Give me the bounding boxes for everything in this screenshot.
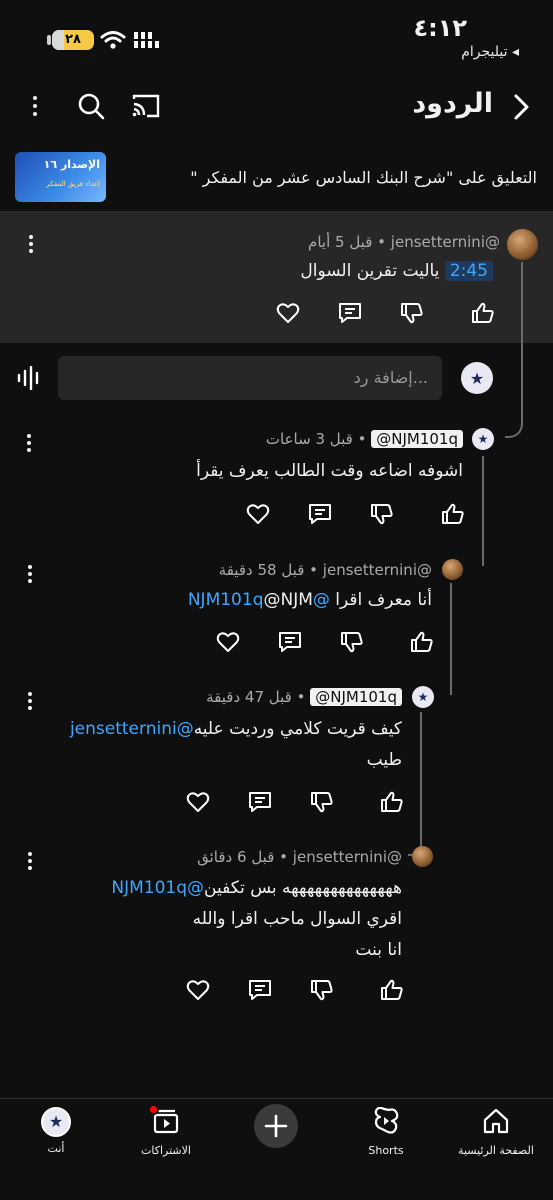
mention-link[interactable]: @jensetternini: [70, 719, 194, 739]
search-icon[interactable]: [77, 92, 105, 120]
avatar[interactable]: [412, 846, 433, 867]
like-icon[interactable]: [471, 302, 495, 324]
author-name[interactable]: @jensetternini: [323, 561, 432, 579]
battery-indicator: ٢٨: [52, 30, 94, 50]
dislike-icon[interactable]: [310, 979, 334, 1001]
cast-icon[interactable]: [131, 93, 161, 119]
heart-icon[interactable]: [276, 302, 300, 324]
context-text: التعليق على "شرح البنك السادس عشر من الم…: [190, 168, 537, 187]
nav-you[interactable]: ★ أنت: [1, 1107, 111, 1155]
avatar[interactable]: [507, 229, 538, 260]
reply-meta: @jensetternini • قبل 6 دقائق: [197, 848, 402, 866]
notification-dot: [148, 1104, 159, 1115]
reply-icon[interactable]: [338, 302, 362, 324]
wifi-icon: [100, 31, 126, 49]
reply-meta: @NJM101q • قبل 3 ساعات: [266, 430, 463, 448]
reply-text: اشوفه اضاعه وقت الطالب يعرف يقرأ: [196, 461, 463, 481]
author-name[interactable]: @NJM101q: [371, 430, 463, 448]
avatar[interactable]: ★: [472, 428, 494, 450]
nav-shorts-label: Shorts: [368, 1144, 404, 1157]
like-icon[interactable]: [380, 979, 404, 1001]
comment-meta: @jensetternini • قبل 5 أيام: [308, 233, 500, 251]
reply-menu-button[interactable]: [20, 432, 38, 454]
reply-menu-button[interactable]: [21, 850, 39, 872]
heart-icon[interactable]: [216, 631, 240, 653]
avatar[interactable]: [442, 559, 463, 580]
battery-nub: [47, 35, 51, 45]
page-title: الردود: [412, 88, 493, 119]
back-to-app-link[interactable]: ◂ تيليجرام: [461, 44, 519, 60]
home-icon: [483, 1108, 509, 1134]
reply-time: قبل 58 دقيقة: [218, 561, 305, 579]
thread-line: [450, 583, 452, 695]
reply-time: قبل 6 دقائق: [197, 848, 275, 866]
plus-icon: [264, 1114, 288, 1138]
mention-link[interactable]: @NJM101q: [111, 878, 204, 898]
separator: •: [279, 848, 289, 866]
bottom-navigation: الصفحة الرئيسية Shorts الاشتراكات ★ أنت: [0, 1098, 553, 1200]
thumbnail-title: الإصدار ١٦: [43, 158, 100, 171]
shorts-icon: [374, 1106, 399, 1134]
user-avatar: ★: [461, 362, 493, 394]
reply-menu-button[interactable]: [21, 563, 39, 585]
more-options-button[interactable]: [21, 90, 49, 122]
like-icon[interactable]: [441, 503, 465, 525]
heart-icon[interactable]: [186, 791, 210, 813]
heart-icon[interactable]: [246, 503, 270, 525]
like-icon[interactable]: [410, 631, 434, 653]
like-icon[interactable]: [380, 791, 404, 813]
dislike-icon[interactable]: [400, 302, 424, 324]
profile-avatar-icon: ★: [41, 1107, 71, 1137]
separator: •: [377, 233, 387, 251]
reply-input[interactable]: إضافة رد...: [58, 356, 442, 400]
separator: •: [296, 688, 306, 706]
separator: •: [357, 430, 367, 448]
reply-icon[interactable]: [248, 791, 272, 813]
author-name[interactable]: @jensetternini: [293, 848, 402, 866]
comment-menu-button[interactable]: [22, 233, 40, 255]
create-button[interactable]: [254, 1104, 298, 1148]
dislike-icon[interactable]: [340, 631, 364, 653]
comment-time: قبل 5 أيام: [308, 233, 373, 251]
voice-input-icon[interactable]: [17, 366, 41, 390]
status-time: ٤:١٢: [413, 14, 467, 42]
comment-text: 2:45 ياليت تقرين السوال: [300, 256, 493, 287]
reply-text: كيف قريت كلامي ورديت عليه@jensetternini …: [69, 719, 402, 770]
heart-icon[interactable]: [186, 979, 210, 1001]
nav-home-label: الصفحة الرئيسية: [458, 1144, 534, 1157]
dislike-icon[interactable]: [370, 503, 394, 525]
nav-subscriptions-label: الاشتراكات: [141, 1144, 191, 1157]
nav-home[interactable]: الصفحة الرئيسية: [441, 1107, 551, 1157]
reply-meta: @NJM101q • قبل 47 دقيقة: [206, 688, 402, 706]
reply-time: قبل 3 ساعات: [265, 430, 353, 448]
thread-line: [505, 262, 523, 438]
author-name[interactable]: @jensetternini: [391, 233, 500, 251]
reply-text: أنا معرف اقرا @NJM101q@NJM: [187, 590, 432, 610]
thread-line: [420, 712, 422, 822]
separator: •: [309, 561, 319, 579]
reply-menu-button[interactable]: [21, 690, 39, 712]
reply-icon[interactable]: [278, 631, 302, 653]
reply-text: ههههههههههههههه بس تكفين@NJM101q اقري ال…: [111, 878, 402, 960]
avatar[interactable]: ★: [412, 686, 434, 708]
video-thumbnail[interactable]: الإصدار ١٦ إعداد فريق المفكر: [15, 152, 106, 202]
timestamp-link[interactable]: 2:45: [444, 261, 493, 281]
author-name[interactable]: @NJM101q: [310, 688, 402, 706]
thumbnail-subtitle: إعداد فريق المفكر: [46, 180, 100, 188]
nav-subscriptions[interactable]: الاشتراكات: [111, 1104, 221, 1157]
reply-placeholder: إضافة رد...: [353, 368, 428, 387]
nav-you-label: أنت: [47, 1142, 65, 1155]
reply-time: قبل 47 دقيقة: [206, 688, 292, 706]
dislike-icon[interactable]: [310, 791, 334, 813]
reply-icon[interactable]: [248, 979, 272, 1001]
reply-meta: @jensetternini • قبل 58 دقيقة: [219, 561, 432, 579]
nav-shorts[interactable]: Shorts: [331, 1106, 441, 1157]
reply-icon[interactable]: [308, 503, 332, 525]
thread-line: [482, 456, 484, 566]
signal-icon: [134, 32, 159, 48]
back-arrow-icon[interactable]: [510, 93, 532, 121]
